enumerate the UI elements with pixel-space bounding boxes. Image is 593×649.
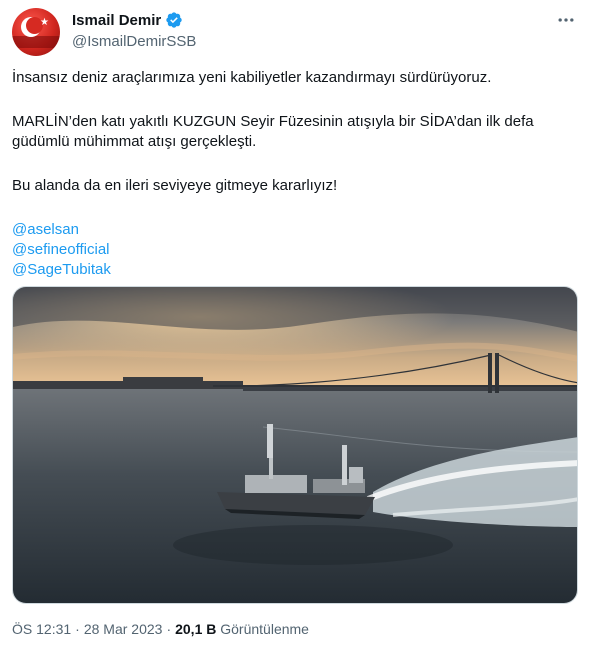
tweet-paragraph: Bu alanda da en ileri seviyeye gitmeye k… bbox=[12, 177, 338, 194]
boat-photo bbox=[13, 287, 577, 603]
author-name[interactable]: Ismail Demir bbox=[72, 12, 161, 29]
tweet-paragraph: MARLİN’den katı yakıtlı KUZGUN Seyir Füz… bbox=[12, 113, 534, 150]
tweet-time[interactable]: ÖS 12:31 bbox=[12, 621, 71, 637]
mention-link[interactable]: @sefineofficial bbox=[12, 240, 580, 260]
verified-badge-icon bbox=[166, 12, 182, 28]
mention-link[interactable]: @aselsan bbox=[12, 220, 580, 240]
tweet-date[interactable]: 28 Mar 2023 bbox=[84, 621, 163, 637]
more-dots bbox=[558, 18, 574, 22]
mention-link[interactable]: @SageTubitak bbox=[12, 260, 580, 280]
views-count: 20,1 B bbox=[175, 621, 217, 637]
author-handle[interactable]: @IsmailDemirSSB bbox=[72, 33, 196, 50]
tweet-card: ★ Ismail Demir @IsmailDemirSSB İnsansız … bbox=[0, 0, 593, 649]
tweet-meta: ÖS 12:31 · 28 Mar 2023 · 20,1 B Görüntülenme bbox=[12, 621, 309, 637]
separator-dot: · bbox=[75, 621, 80, 637]
separator-dot: · bbox=[166, 621, 172, 637]
star-icon: ★ bbox=[40, 17, 49, 28]
tweet-media-image[interactable] bbox=[12, 286, 578, 604]
avatar[interactable]: ★ bbox=[12, 8, 60, 56]
tweet-paragraph: İnsansız deniz araçlarımıza yeni kabiliy… bbox=[12, 69, 492, 86]
views-label: Görüntülenme bbox=[220, 621, 309, 637]
avatar-band bbox=[12, 36, 60, 48]
more-horizontal-icon[interactable] bbox=[556, 10, 578, 30]
tweet-text: İnsansız deniz araçlarımıza yeni kabiliy… bbox=[12, 68, 580, 280]
author-row: Ismail Demir bbox=[72, 10, 183, 30]
